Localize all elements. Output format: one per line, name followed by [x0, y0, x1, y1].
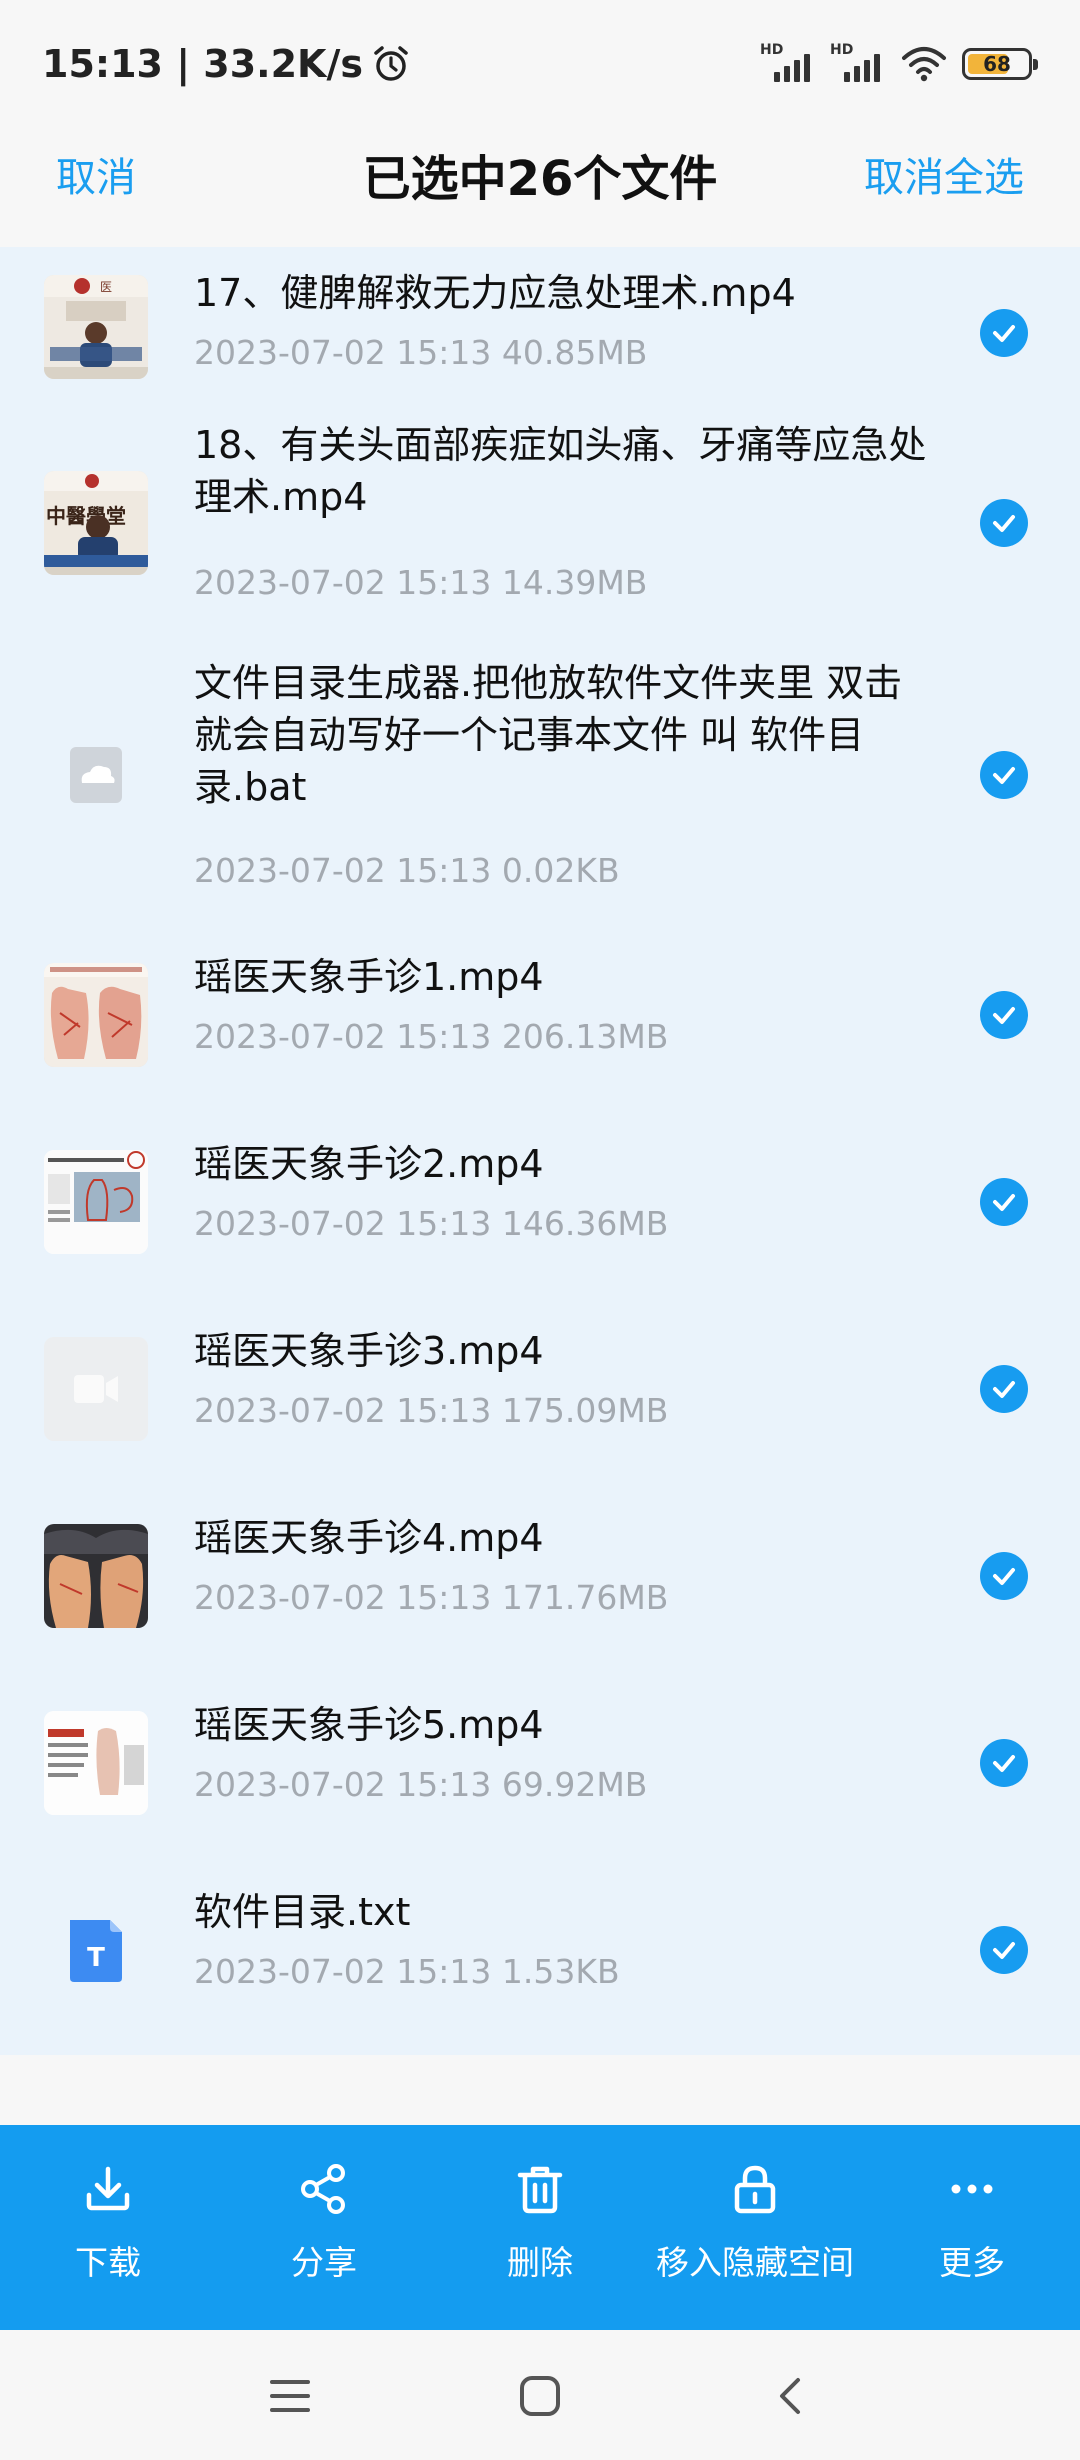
file-meta: 2023-07-02 15:13 14.39MB	[194, 563, 648, 602]
file-name: 瑶医天象手诊4.mp4	[194, 1516, 544, 1560]
home-icon[interactable]	[518, 2374, 562, 2418]
video-thumbnail: 中醫學堂	[44, 471, 148, 575]
file-row[interactable]: 中醫學堂 18、有关头面部疾症如头痛、牙痛等应急处理术.mp4 2023-07-…	[0, 393, 1080, 629]
status-time-text: 15:13 | 33.2K/s	[42, 42, 363, 86]
check-icon	[993, 1194, 1015, 1211]
text-file-icon: T	[44, 1898, 148, 2002]
file-row[interactable]: 医 17、健脾解救无力应急处理术.mp4 2023-07-02 15:13 40…	[0, 247, 1080, 393]
delete-button[interactable]: 删除	[470, 2125, 610, 2330]
bottom-action-bar: 下载 分享 删除 移入隐藏空间 更多	[0, 2125, 1080, 2330]
check-icon	[993, 1755, 1015, 1772]
check-icon	[993, 325, 1015, 342]
status-time-speed: 15:13 | 33.2K/s	[42, 42, 411, 86]
file-meta: 2023-07-02 15:13 175.09MB	[194, 1391, 669, 1430]
battery-icon: 68	[962, 48, 1038, 80]
share-icon	[301, 2164, 345, 2214]
file-row[interactable]: 瑶医天象手诊4.mp4 2023-07-02 15:13 171.76MB	[0, 1482, 1080, 1669]
checkbox-checked[interactable]	[980, 1926, 1028, 1974]
file-meta: 2023-07-02 15:13 171.76MB	[194, 1578, 669, 1617]
deselect-all-button[interactable]: 取消全选	[864, 145, 1024, 203]
cell-signal-icon: HD	[830, 42, 886, 84]
doc-letter: T	[87, 1943, 105, 1973]
checkbox-checked[interactable]	[980, 309, 1028, 357]
file-row[interactable]: 瑶医天象手诊2.mp4 2023-07-02 15:13 146.36MB	[0, 1108, 1080, 1295]
video-thumbnail	[44, 1150, 148, 1254]
file-name: 瑶医天象手诊2.mp4	[194, 1142, 544, 1186]
video-thumbnail	[44, 963, 148, 1067]
logo-text: 医	[100, 280, 112, 294]
file-row[interactable]: 瑶医天象手诊3.mp4 2023-07-02 15:13 175.09MB	[0, 1295, 1080, 1482]
checkbox-checked[interactable]	[980, 1739, 1028, 1787]
checkbox-checked[interactable]	[980, 1365, 1028, 1413]
share-label: 分享	[291, 2243, 357, 2282]
back-icon[interactable]	[772, 2374, 808, 2418]
check-icon	[993, 1568, 1015, 1585]
banner-text: 中醫學堂	[46, 504, 126, 528]
selection-header: 取消 已选中26个文件 取消全选	[0, 135, 1080, 247]
video-thumbnail	[44, 1711, 148, 1815]
file-name: 文件目录生成器.把他放软件文件夹里 双击 就会自动写好一个记事本文件 叫 软件目…	[194, 661, 903, 809]
more-label: 更多	[939, 2243, 1005, 2282]
check-icon	[993, 1381, 1015, 1398]
file-name: 瑶医天象手诊3.mp4	[194, 1329, 544, 1373]
lock-icon	[734, 2165, 776, 2214]
check-icon	[993, 767, 1015, 784]
file-meta: 2023-07-02 15:13 0.02KB	[194, 851, 620, 890]
video-thumbnail	[44, 1524, 148, 1628]
move-to-hidden-button[interactable]: 移入隐藏空间	[650, 2125, 860, 2330]
delete-label: 删除	[507, 2243, 573, 2282]
file-name: 软件目录.txt	[194, 1890, 411, 1934]
checkbox-checked[interactable]	[980, 1552, 1028, 1600]
wifi-icon	[902, 47, 946, 82]
file-meta: 2023-07-02 15:13 146.36MB	[194, 1204, 669, 1243]
more-icon	[951, 2184, 993, 2194]
file-name: 17、健脾解救无力应急处理术.mp4	[194, 271, 796, 315]
menu-icon[interactable]	[268, 2376, 312, 2416]
system-nav-bar	[0, 2330, 1080, 2460]
file-row[interactable]: 瑶医天象手诊5.mp4 2023-07-02 15:13 69.92MB	[0, 1669, 1080, 1856]
video-placeholder-icon	[44, 1337, 148, 1441]
cell-signal-icon: HD	[760, 42, 816, 84]
download-icon	[86, 2166, 130, 2211]
file-name: 瑶医天象手诊5.mp4	[194, 1703, 544, 1747]
alarm-icon	[374, 46, 408, 81]
download-button[interactable]: 下载	[38, 2125, 178, 2330]
trash-icon	[517, 2166, 563, 2214]
checkbox-checked[interactable]	[980, 751, 1028, 799]
file-meta: 2023-07-02 15:13 1.53KB	[194, 1952, 620, 1991]
file-meta: 2023-07-02 15:13 40.85MB	[194, 333, 648, 372]
check-icon	[993, 515, 1015, 532]
checkbox-checked[interactable]	[980, 499, 1028, 547]
file-meta: 2023-07-02 15:13 206.13MB	[194, 1017, 669, 1056]
file-row[interactable]: 文件目录生成器.把他放软件文件夹里 双击 就会自动写好一个记事本文件 叫 软件目…	[0, 629, 1080, 921]
check-icon	[993, 1007, 1015, 1024]
move-to-hidden-label: 移入隐藏空间	[656, 2243, 854, 2282]
cloud-file-icon	[44, 723, 148, 827]
download-label: 下载	[75, 2243, 141, 2282]
check-icon	[993, 1942, 1015, 1959]
file-name: 18、有关头面部疾症如头痛、牙痛等应急处理术.mp4	[194, 423, 927, 519]
file-row[interactable]: T 软件目录.txt 2023-07-02 15:13 1.53KB	[0, 1856, 1080, 2055]
status-icons: HD HD 68	[760, 42, 1038, 84]
video-thumbnail: 医	[44, 275, 148, 379]
file-row[interactable]: 瑶医天象手诊1.mp4 2023-07-02 15:13 206.13MB	[0, 921, 1080, 1108]
checkbox-checked[interactable]	[980, 991, 1028, 1039]
file-list: 医 17、健脾解救无力应急处理术.mp4 2023-07-02 15:13 40…	[0, 247, 1080, 2055]
more-button[interactable]: 更多	[902, 2125, 1042, 2330]
checkbox-checked[interactable]	[980, 1178, 1028, 1226]
file-name: 瑶医天象手诊1.mp4	[194, 955, 544, 999]
share-button[interactable]: 分享	[254, 2125, 394, 2330]
status-bar: 15:13 | 33.2K/s HD HD 68	[0, 0, 1080, 135]
file-meta: 2023-07-02 15:13 69.92MB	[194, 1765, 648, 1804]
